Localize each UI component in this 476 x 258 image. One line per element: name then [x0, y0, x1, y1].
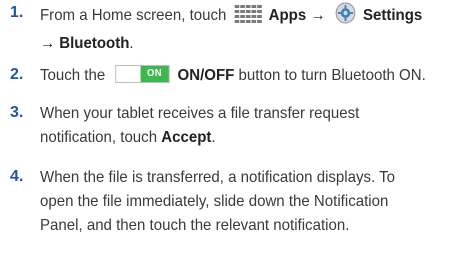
- step-4-line-2: open the file immediately, slide down th…: [40, 193, 389, 210]
- step-text: Touch the ON ON/OFF button to turn Bluet…: [40, 64, 444, 88]
- step-4-line-3: Panel, and then touch the relevant notif…: [40, 217, 350, 234]
- accept-label: Accept: [161, 129, 212, 146]
- step-2-text: Touch the: [40, 67, 106, 84]
- step-2-text-end: button to turn Bluetooth ON.: [238, 67, 426, 84]
- step-number: 1.: [10, 4, 24, 21]
- apps-grid-icon: [234, 5, 262, 31]
- settings-label: Settings: [362, 7, 423, 24]
- on-off-toggle-icon: ON: [115, 65, 170, 83]
- bluetooth-label: Bluetooth: [59, 35, 130, 52]
- settings-gear-icon: [335, 2, 356, 32]
- period: .: [129, 35, 134, 52]
- step-text: When the file is transferred, a notifica…: [40, 166, 444, 238]
- step-number: 3.: [10, 104, 24, 121]
- toggle-on-label: ON: [140, 66, 169, 82]
- apps-label: Apps: [268, 7, 307, 24]
- step-3-line-2: notification, touch: [40, 129, 158, 146]
- arrow-icon: →: [310, 7, 326, 24]
- step-3-line-1: When your tablet receives a file transfe…: [40, 105, 360, 122]
- step-number: 2.: [10, 66, 24, 83]
- on-off-label: ON/OFF: [177, 67, 235, 84]
- step-1-text: From a Home screen, touch: [40, 7, 227, 24]
- step-4-line-1: When the file is transferred, a notifica…: [40, 169, 396, 186]
- arrow-icon: →: [40, 35, 56, 52]
- step-text: From a Home screen, touch Apps → Setting…: [40, 2, 444, 56]
- period: .: [211, 129, 216, 146]
- step-text: When your tablet receives a file transfe…: [40, 102, 444, 150]
- step-number: 4.: [10, 168, 24, 185]
